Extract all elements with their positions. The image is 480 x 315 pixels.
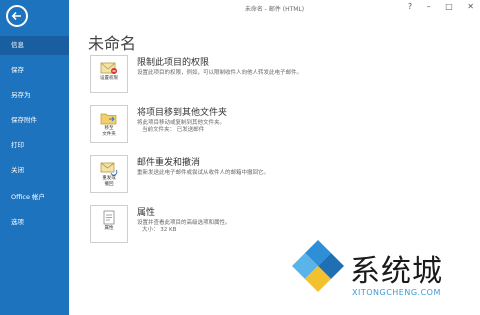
page-title: 未命名 — [88, 34, 137, 53]
tile-label: 移至 文件夹 — [102, 126, 116, 137]
section-title: 邮件重发和撤消 — [137, 158, 201, 168]
set-permissions-button[interactable]: 设置权限 — [90, 55, 128, 93]
resend-recall-button[interactable]: 重发或 撤回 — [90, 155, 128, 193]
tile-label: 设置权限 — [100, 76, 118, 81]
nav-item-close[interactable]: 关闭 — [0, 161, 69, 180]
properties-button[interactable]: 属性 — [90, 205, 128, 243]
move-to-folder-button[interactable]: 移至 文件夹 — [90, 105, 128, 143]
item-size-info: 大小： 32 KB — [142, 227, 177, 233]
tile-label: 重发或 撤回 — [102, 176, 116, 187]
section-title: 属性 — [137, 208, 156, 218]
help-button[interactable]: ? — [408, 2, 412, 11]
watermark-url: XITONGCHENG.COM — [352, 288, 441, 297]
section-title: 将项目移到其他文件夹 — [137, 108, 228, 118]
envelope-resend-icon — [91, 160, 127, 176]
section-permissions: 设置权限 限制此项目的权限 设置此项目的权限，例如，可以限制收件人向他人转发此电… — [90, 55, 470, 95]
nav-item-save-attachments[interactable]: 保存附件 — [0, 111, 69, 130]
nav-item-print[interactable]: 打印 — [0, 136, 69, 155]
section-description: 重新发送此电子邮件或尝试从收件人的邮箱中撤回它。 — [137, 170, 270, 176]
window-controls: ? – □ ✕ — [396, 2, 474, 11]
current-folder-info: 当前文件夹： 已发送邮件 — [142, 127, 205, 133]
nav-item-save-as[interactable]: 另存为 — [0, 86, 69, 105]
backstage-nav: 信息 保存 另存为 保存附件 打印 关闭 Office 帐户 选项 — [0, 36, 69, 238]
maximize-button[interactable]: □ — [445, 2, 453, 11]
watermark-logo-icon — [292, 240, 344, 292]
minimize-button[interactable]: – — [427, 2, 431, 11]
back-arrow-glyph — [11, 11, 21, 21]
section-resend-recall: 重发或 撤回 邮件重发和撤消 重新发送此电子邮件或尝试从收件人的邮箱中撤回它。 — [90, 155, 470, 195]
section-description: 设置此项目的权限，例如，可以限制收件人向他人转发此电子邮件。 — [137, 70, 303, 76]
title-bar: 未命名 - 邮件 (HTML) ? – □ ✕ — [69, 0, 480, 16]
section-move-folder: 移至 文件夹 将项目移到其他文件夹 将此项目移动或复制到其他文件夹。 当前文件夹… — [90, 105, 470, 145]
watermark-text: 系统城 — [350, 254, 443, 289]
close-button[interactable]: ✕ — [467, 2, 474, 11]
back-arrow-icon[interactable] — [6, 5, 28, 27]
tile-label: 属性 — [104, 226, 114, 231]
folder-move-icon — [91, 110, 127, 126]
nav-item-office-account[interactable]: Office 帐户 — [0, 188, 69, 207]
nav-item-save[interactable]: 保存 — [0, 61, 69, 80]
envelope-lock-icon — [91, 60, 127, 76]
site-watermark: 系统城 XITONGCHENG.COM — [288, 234, 476, 304]
backstage-sidebar: 信息 保存 另存为 保存附件 打印 关闭 Office 帐户 选项 — [0, 0, 69, 315]
nav-item-info[interactable]: 信息 — [0, 36, 69, 55]
section-title: 限制此项目的权限 — [137, 58, 210, 68]
nav-item-options[interactable]: 选项 — [0, 213, 69, 232]
properties-document-icon — [91, 210, 127, 226]
